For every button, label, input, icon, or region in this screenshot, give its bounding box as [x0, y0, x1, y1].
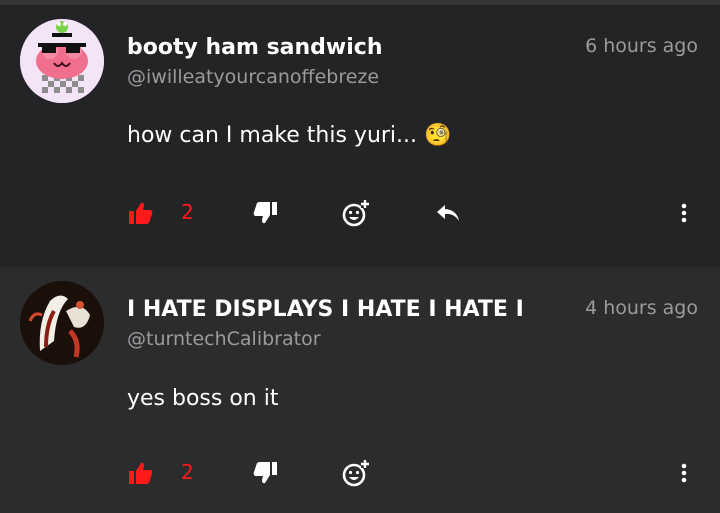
more-vertical-icon	[681, 203, 687, 223]
comment-card: I HATE DISPLAYS I HATE I HATE I @turntec…	[0, 267, 720, 513]
more-options-button[interactable]	[672, 198, 696, 228]
more-options-button[interactable]	[672, 458, 696, 488]
like-button[interactable]	[126, 458, 156, 488]
avatar-image	[20, 19, 104, 103]
thumbs-down-icon	[253, 202, 277, 224]
add-reaction-icon	[342, 200, 369, 227]
add-reaction-button[interactable]	[340, 458, 372, 488]
avatar[interactable]	[20, 281, 104, 365]
add-reaction-icon	[342, 460, 369, 487]
more-vertical-icon	[681, 463, 687, 483]
avatar[interactable]	[20, 19, 104, 103]
like-count: 2	[181, 460, 194, 484]
timestamp: 6 hours ago	[585, 35, 698, 57]
comment-text: yes boss on it	[127, 386, 279, 411]
like-button[interactable]	[126, 198, 156, 228]
author-name[interactable]: booty ham sandwich	[127, 35, 557, 60]
author-handle[interactable]: @iwilleatyourcanoffebreze	[127, 66, 379, 88]
thumbs-down-icon	[253, 462, 277, 484]
avatar-image	[20, 281, 104, 365]
author-name[interactable]: I HATE DISPLAYS I HATE I HATE I	[127, 297, 552, 322]
timestamp: 4 hours ago	[585, 297, 698, 319]
thumbs-up-icon	[129, 462, 153, 484]
reply-icon	[437, 205, 459, 221]
dislike-button[interactable]	[250, 198, 280, 228]
thumbs-up-icon	[129, 202, 153, 224]
comment-actions: 2	[0, 198, 720, 228]
author-handle[interactable]: @turntechCalibrator	[127, 328, 321, 350]
dislike-button[interactable]	[250, 458, 280, 488]
comment-card: booty ham sandwich @iwilleatyourcanoffeb…	[0, 5, 720, 267]
like-count: 2	[181, 200, 194, 224]
add-reaction-button[interactable]	[340, 198, 372, 228]
comment-actions: 2	[0, 458, 720, 488]
reply-button[interactable]	[432, 198, 464, 228]
comment-text: how can I make this yuri... 🧐	[127, 123, 452, 148]
